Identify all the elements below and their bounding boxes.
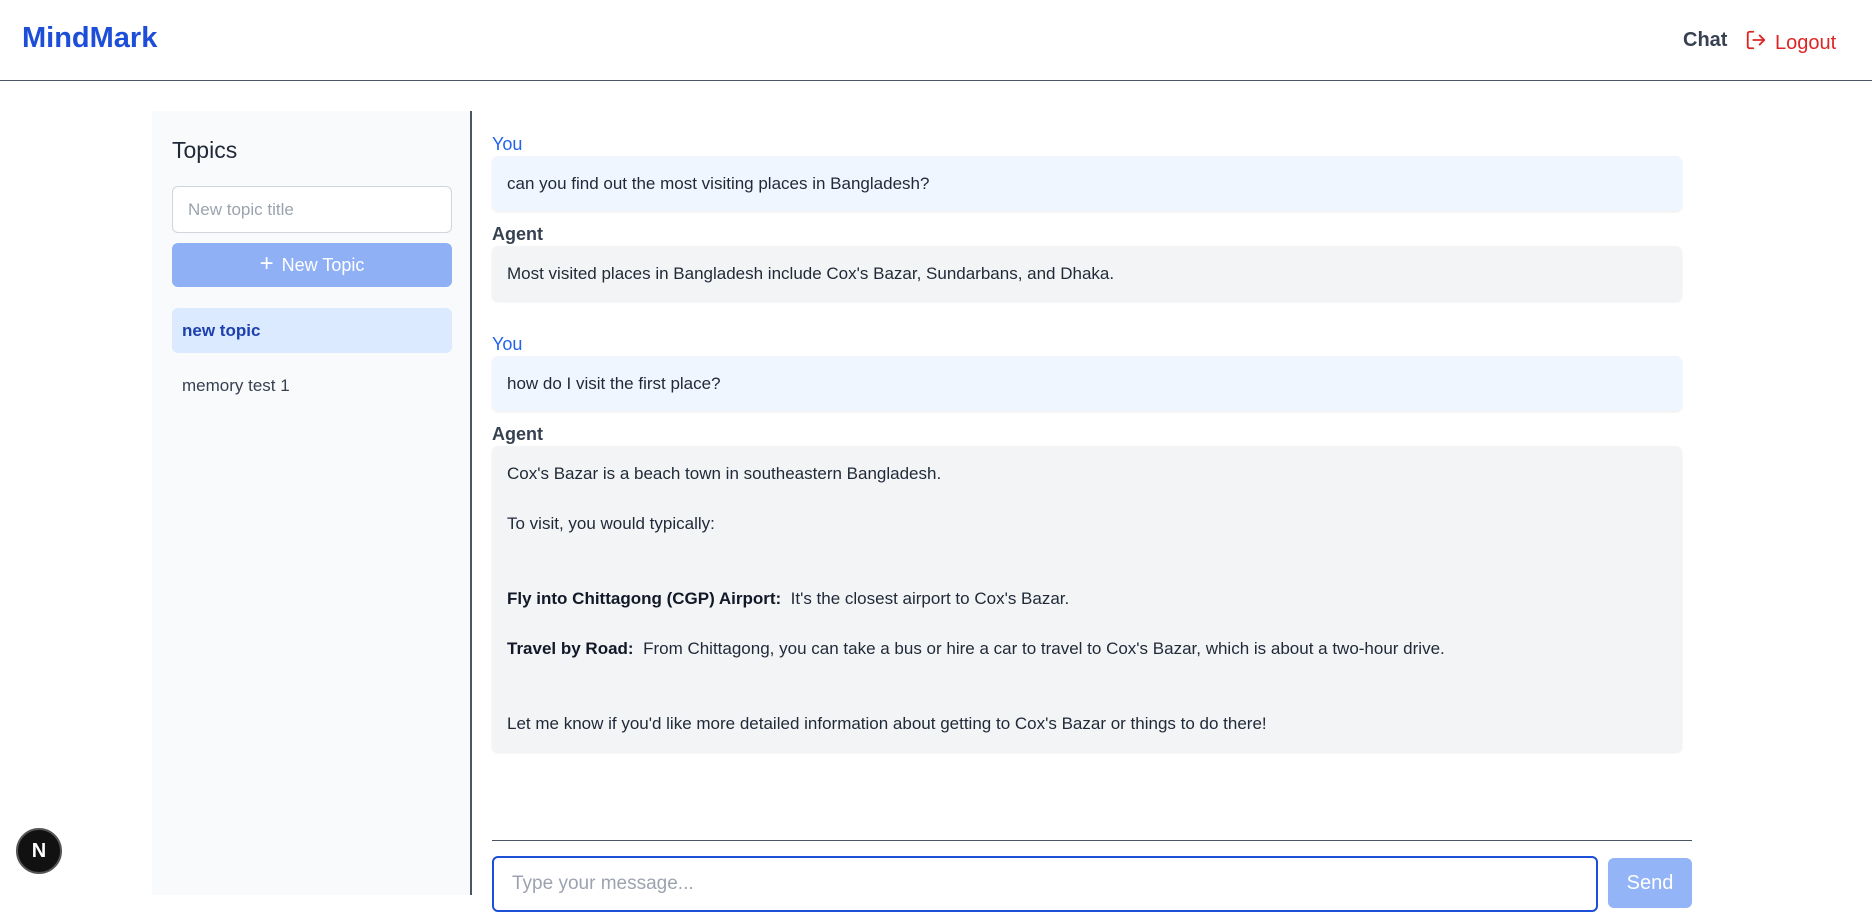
step-title: Fly into Chittagong (CGP) Airport: [507,589,782,608]
message-text: Cox's Bazar is a beach town in southeast… [507,464,942,483]
sender-label-agent: Agent [492,224,543,244]
message-text: how do I visit the first place? [507,374,721,393]
logout-icon [1745,29,1767,57]
topics-sidebar: Topics + New Topic new topic memory test… [152,111,472,895]
send-button[interactable]: Send [1608,858,1692,908]
composer-divider [492,840,1692,841]
message-input[interactable] [492,856,1598,912]
new-topic-input[interactable] [172,186,452,233]
sender-label-you: You [492,134,523,154]
logout-label: Logout [1775,31,1837,54]
sidebar-title: Topics [172,137,238,163]
message-bubble-agent: Cox's Bazar is a beach town in southeast… [492,446,1682,752]
message-text: can you find out the most visiting place… [507,174,930,193]
step-title: Travel by Road: [507,639,634,658]
topic-item-new-topic[interactable]: new topic [172,308,452,353]
sender-label-agent: Agent [492,424,543,444]
message-text: To visit, you would typically: [507,514,715,533]
message-step: Travel by Road: From Chittagong, you can… [507,639,1445,659]
app-logo[interactable]: MindMark [22,22,157,55]
message-bubble-user: how do I visit the first place? [492,356,1682,411]
logout-button[interactable]: Logout [1745,29,1836,57]
message-bubble-user: can you find out the most visiting place… [492,156,1682,211]
message-step: Fly into Chittagong (CGP) Airport: It's … [507,589,1069,609]
topic-item-memory-test-1[interactable]: memory test 1 [172,363,452,408]
step-text: It's the closest airport to Cox's Bazar. [790,589,1070,608]
nav-chat-link[interactable]: Chat [1683,29,1727,52]
top-navbar: MindMark Chat Logout [0,0,1872,81]
message-text: Most visited places in Bangladesh includ… [507,264,1115,283]
new-topic-button[interactable]: + New Topic [172,243,452,287]
new-topic-label: New Topic [281,254,365,275]
message-bubble-agent: Most visited places in Bangladesh includ… [492,246,1682,301]
plus-icon: + [259,249,274,277]
sender-label-you: You [492,334,523,354]
step-text: From Chittagong, you can take a bus or h… [643,639,1445,658]
message-text: Let me know if you'd like more detailed … [507,714,1267,733]
nextjs-dev-badge[interactable]: N [16,828,62,874]
